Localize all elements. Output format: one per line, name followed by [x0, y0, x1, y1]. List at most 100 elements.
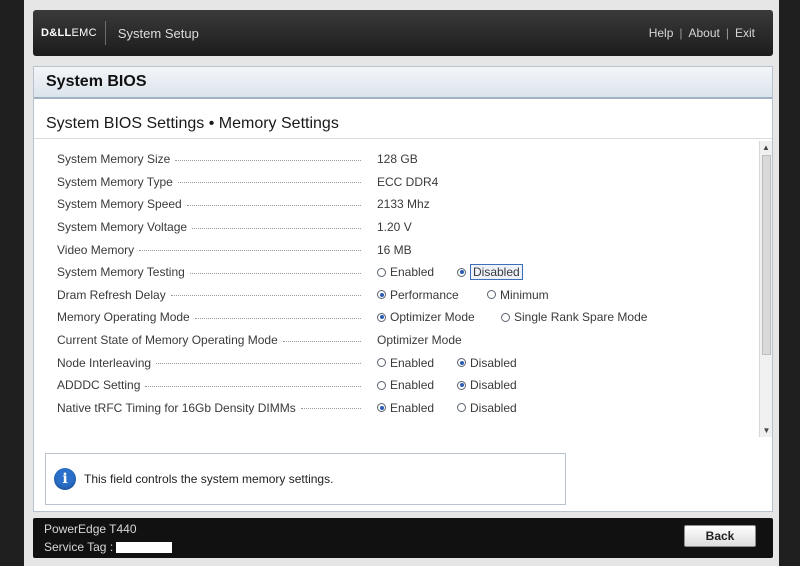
setting-value: Enabled Disabled: [377, 356, 517, 370]
setting-label-text: System Memory Testing: [57, 265, 185, 280]
dell-emc-logo: D&LL EMC: [41, 21, 106, 45]
vertical-scrollbar[interactable]: ▲ ▼: [759, 141, 772, 437]
setting-label-text: Current State of Memory Operating Mode: [57, 333, 278, 348]
scroll-down-icon[interactable]: ▼: [760, 424, 773, 437]
radio-option[interactable]: Enabled: [377, 356, 435, 370]
link-separator: |: [679, 26, 683, 40]
setting-label: Native tRFC Timing for 16Gb Density DIMM…: [57, 401, 367, 415]
radio-selected-icon[interactable]: [457, 358, 466, 368]
setting-value: Performance Minimum: [377, 288, 549, 302]
radio-option[interactable]: Performance: [377, 288, 463, 302]
radio-unselected-icon[interactable]: [377, 380, 386, 390]
setting-label: ADDDC Setting: [57, 378, 367, 392]
radio-option[interactable]: Enabled: [377, 265, 435, 279]
setting-label: Memory Operating Mode: [57, 310, 367, 324]
app-title: System Setup: [117, 25, 199, 41]
exit-link[interactable]: Exit: [735, 26, 755, 40]
radio-option[interactable]: Optimizer Mode: [377, 310, 477, 324]
radio-option-label[interactable]: Disabled: [470, 401, 517, 415]
scroll-up-icon[interactable]: ▲: [760, 141, 772, 154]
radio-option-label[interactable]: Enabled: [390, 356, 434, 370]
top-links: Help | About | Exit: [649, 26, 755, 40]
radio-option[interactable]: Single Rank Spare Mode: [501, 310, 647, 324]
setting-label: Current State of Memory Operating Mode: [57, 333, 367, 347]
radio-option[interactable]: Enabled: [377, 378, 435, 392]
radio-selected-icon[interactable]: [457, 380, 466, 390]
dotted-leader: [177, 182, 361, 184]
radio-unselected-icon[interactable]: [501, 312, 510, 322]
setting-row[interactable]: Node Interleaving Enabled Disabled: [57, 351, 747, 374]
setting-row: System Memory Speed 2133 Mhz: [57, 193, 747, 216]
dotted-leader: [156, 363, 361, 365]
radio-selected-icon[interactable]: [457, 267, 466, 277]
radio-option-label[interactable]: Optimizer Mode: [390, 310, 475, 324]
setting-row[interactable]: System Memory Testing Enabled Disabled: [57, 261, 747, 284]
radio-option-label[interactable]: Disabled: [470, 378, 517, 392]
help-box: i This field controls the system memory …: [45, 453, 566, 505]
radio-unselected-icon[interactable]: [377, 358, 386, 368]
panel-title: System BIOS: [34, 67, 772, 99]
setting-value: 128 GB: [377, 152, 418, 166]
radio-option-label[interactable]: Enabled: [390, 401, 434, 415]
radio-selected-icon[interactable]: [377, 290, 386, 300]
dotted-leader: [139, 250, 361, 252]
setting-value: 1.20 V: [377, 220, 412, 234]
radio-option-label[interactable]: Enabled: [390, 265, 434, 279]
service-tag-redacted: [116, 541, 173, 553]
about-link[interactable]: About: [689, 26, 720, 40]
setting-label: Dram Refresh Delay: [57, 288, 367, 302]
radio-option-label[interactable]: Disabled: [470, 356, 517, 370]
scrollbar-thumb[interactable]: [762, 155, 771, 355]
setting-row[interactable]: Dram Refresh Delay Performance Minimum: [57, 284, 747, 307]
setting-value-text: 128 GB: [377, 152, 418, 167]
radio-option-label[interactable]: Performance: [390, 288, 459, 302]
radio-unselected-icon[interactable]: [377, 267, 386, 277]
settings-list: System Memory Size 128 GB System Memory Ty…: [57, 148, 747, 419]
setting-value: Enabled Disabled: [377, 378, 517, 392]
dotted-leader: [194, 317, 361, 319]
radio-option[interactable]: Minimum: [487, 288, 549, 302]
bios-panel: System BIOS System BIOS Settings • Memor…: [33, 66, 773, 512]
setting-row[interactable]: Native tRFC Timing for 16Gb Density DIMM…: [57, 397, 747, 420]
service-tag: Service Tag :: [44, 540, 173, 554]
radio-option[interactable]: Disabled: [457, 378, 517, 392]
radio-option-label[interactable]: Enabled: [390, 378, 434, 392]
setup-window: D&LL EMC System Setup Help | About | Exit…: [24, 0, 779, 566]
radio-option[interactable]: Disabled: [457, 264, 523, 281]
setting-row[interactable]: ADDDC Setting Enabled Disabled: [57, 374, 747, 397]
radio-selected-icon[interactable]: [377, 403, 386, 413]
setting-row: Video Memory 16 MB: [57, 238, 747, 261]
server-model: PowerEdge T440: [44, 522, 137, 536]
setting-label: System Memory Size: [57, 152, 367, 166]
radio-unselected-icon[interactable]: [457, 403, 466, 413]
setting-row[interactable]: Memory Operating Mode Optimizer Mode Singl…: [57, 306, 747, 329]
setting-row: System Memory Size 128 GB: [57, 148, 747, 171]
setting-label-text: Memory Operating Mode: [57, 310, 190, 325]
help-text: This field controls the system memory se…: [84, 472, 334, 486]
link-separator: |: [725, 26, 729, 40]
radio-option-label[interactable]: Minimum: [500, 288, 549, 302]
dotted-leader: [300, 408, 361, 410]
radio-option[interactable]: Disabled: [457, 356, 517, 370]
dotted-leader: [186, 204, 361, 206]
settings-scroll-area[interactable]: System Memory Size 128 GB System Memory Ty…: [34, 141, 772, 437]
radio-option-label[interactable]: Disabled: [470, 264, 523, 281]
setting-label-text: System Memory Size: [57, 152, 171, 167]
top-bar: D&LL EMC System Setup Help | About | Exit: [33, 10, 773, 56]
radio-option[interactable]: Enabled: [377, 401, 435, 415]
radio-selected-icon[interactable]: [377, 312, 386, 322]
setting-label-text: System Memory Speed: [57, 197, 182, 212]
setting-value-text: 1.20 V: [377, 220, 412, 235]
radio-option-label[interactable]: Single Rank Spare Mode: [514, 310, 647, 324]
setting-label-text: System Memory Voltage: [57, 220, 188, 235]
help-link[interactable]: Help: [649, 26, 674, 40]
radio-unselected-icon[interactable]: [487, 290, 496, 300]
radio-option[interactable]: Disabled: [457, 401, 517, 415]
setting-value: 16 MB: [377, 243, 412, 257]
back-button[interactable]: Back: [684, 525, 756, 547]
setting-row: System Memory Type ECC DDR4: [57, 171, 747, 194]
setting-value: Optimizer Mode Single Rank Spare Mode: [377, 310, 647, 324]
info-icon: i: [54, 468, 76, 490]
dotted-leader: [170, 295, 361, 297]
dotted-leader: [189, 272, 361, 274]
